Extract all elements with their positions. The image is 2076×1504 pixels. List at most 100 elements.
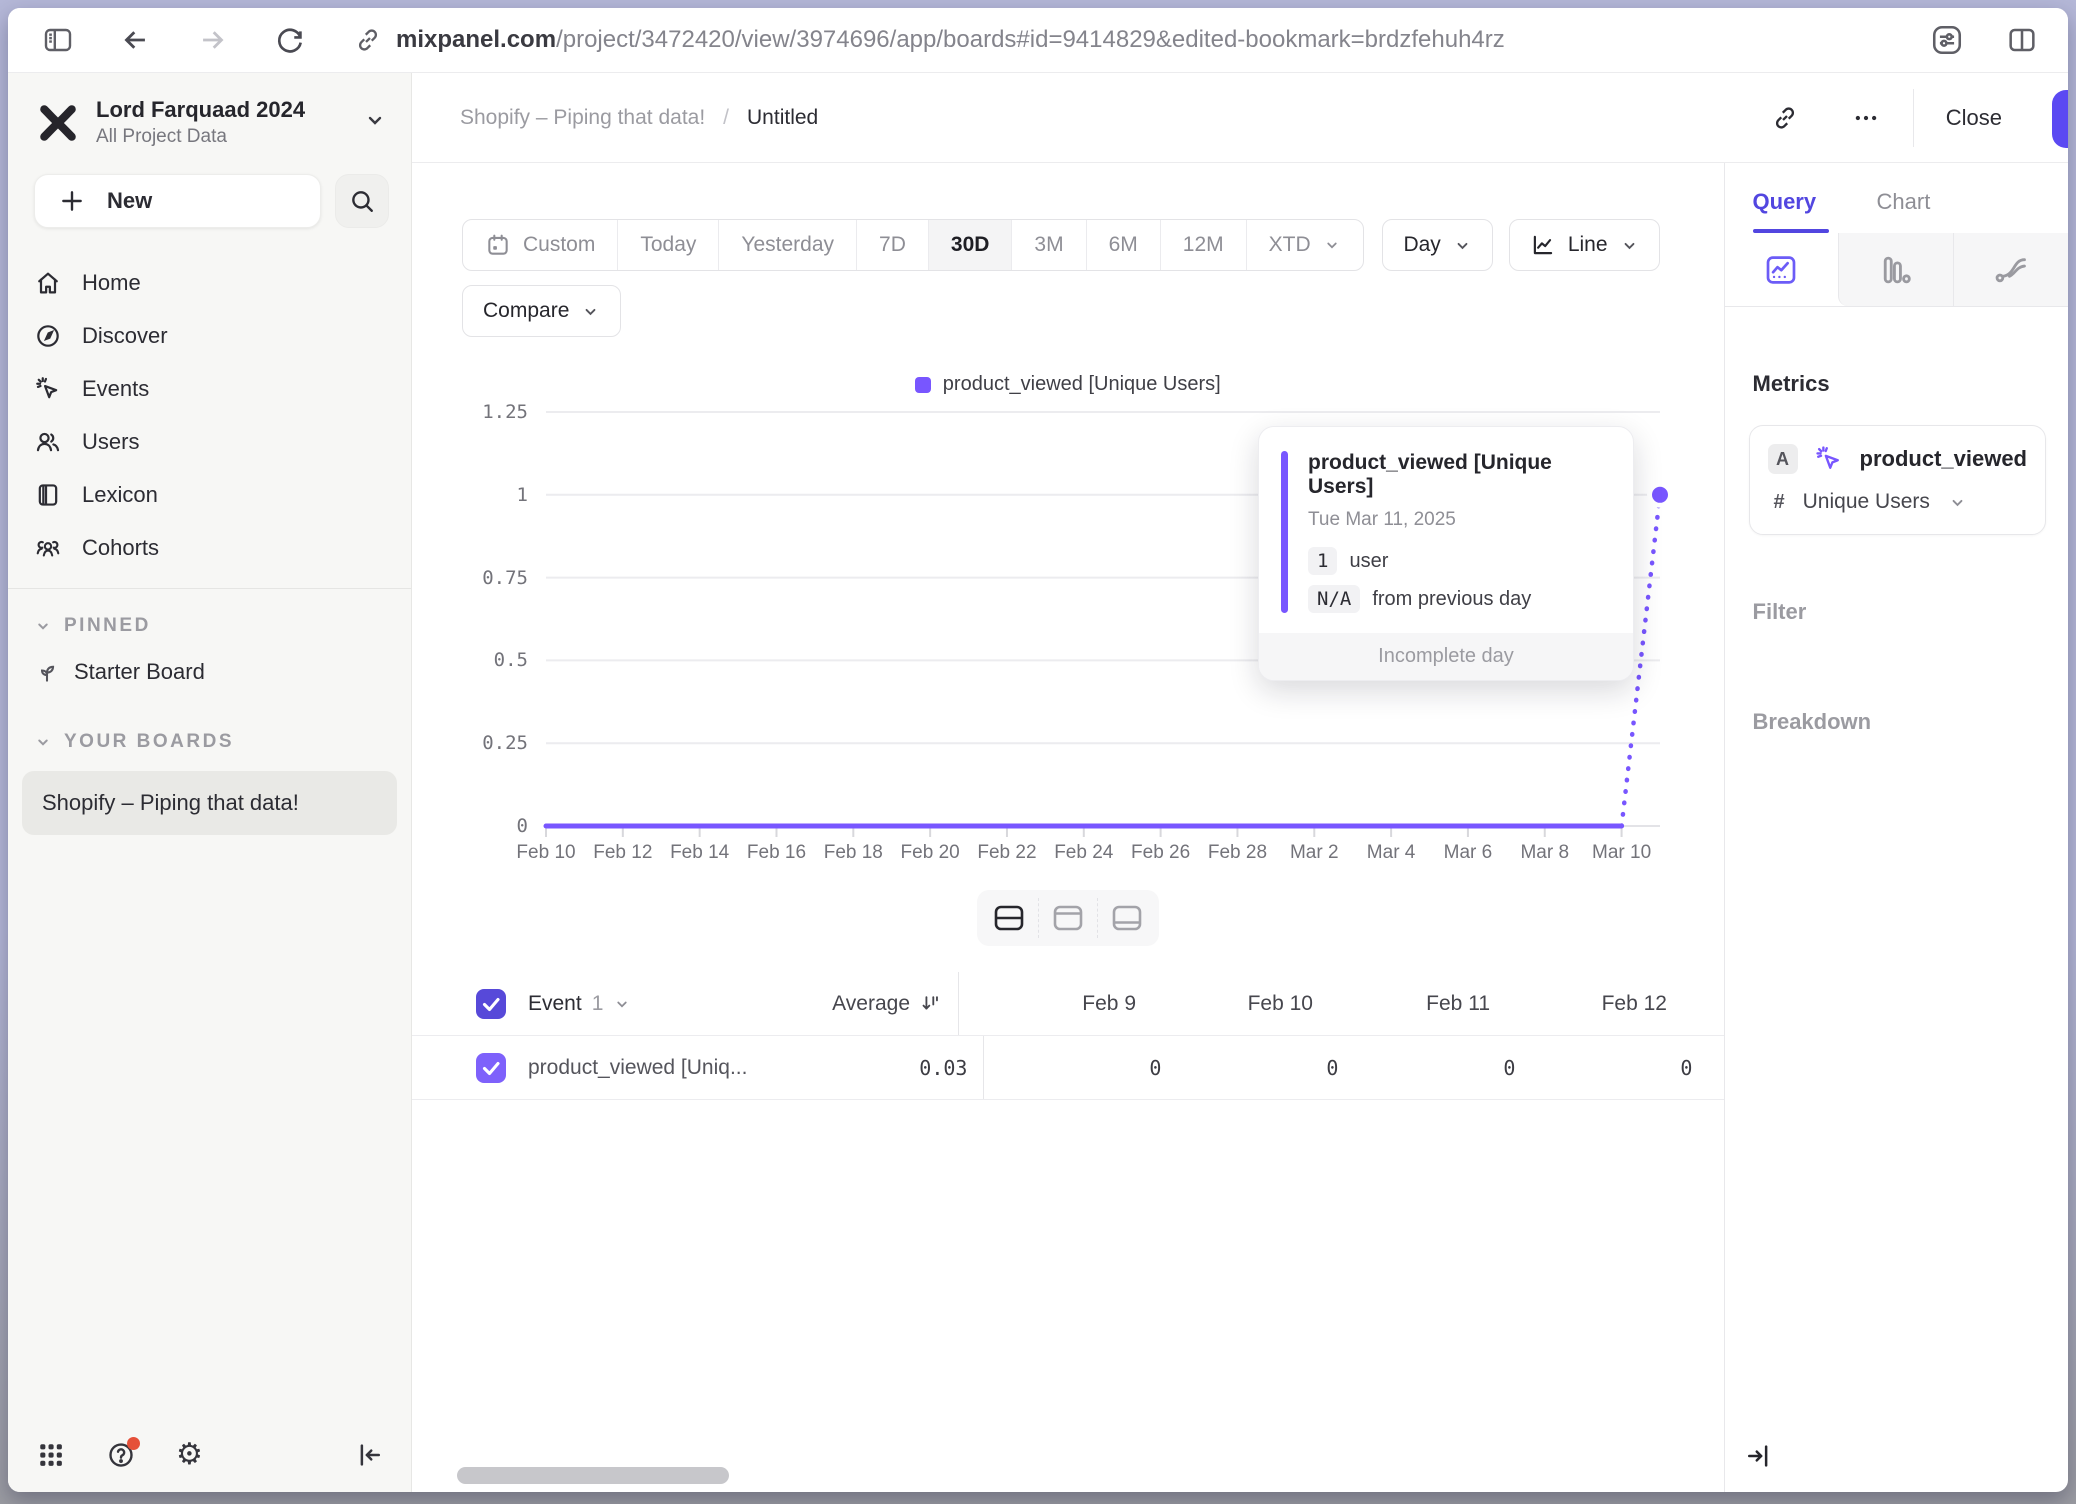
new-button[interactable]: New — [34, 174, 321, 228]
sidebar-footer: ⚙ — [8, 1440, 411, 1492]
line-chart-icon — [1530, 232, 1556, 258]
flow-icon — [1992, 251, 2030, 289]
table-row[interactable]: product_viewed [Uniq... 0.03 0 0 0 0 — [412, 1036, 1724, 1100]
users-icon — [34, 428, 62, 456]
more-options-button[interactable] — [1851, 103, 1881, 133]
header-divider — [1913, 89, 1914, 147]
apps-grid-button[interactable] — [36, 1440, 66, 1470]
date-range-label: 30D — [951, 233, 990, 257]
y-tick-label: 0.25 — [482, 732, 528, 754]
workspace-switcher[interactable]: Lord Farquaad 2024 All Project Data — [8, 73, 411, 148]
reload-button[interactable] — [274, 24, 306, 56]
sidebar-item-lexicon[interactable]: Lexicon — [8, 468, 411, 521]
sidebar-item-events[interactable]: Events — [8, 362, 411, 415]
sprout-icon — [34, 659, 60, 685]
sidebar-item-label: Home — [82, 270, 141, 296]
granularity-dropdown[interactable]: Day — [1382, 219, 1492, 271]
sort-icon[interactable] — [920, 993, 942, 1015]
date-range-6m[interactable]: 6M — [1086, 220, 1160, 270]
date-range-label: 3M — [1034, 233, 1063, 257]
chart-only-layout-button[interactable] — [1041, 895, 1095, 941]
legend-swatch — [915, 377, 931, 393]
x-tick-label: Mar 10 — [1577, 842, 1667, 864]
metric-aggregation[interactable]: Unique Users — [1803, 490, 1930, 514]
compare-dropdown[interactable]: Compare — [462, 285, 621, 337]
chart-legend: product_viewed [Unique Users] — [412, 373, 1724, 396]
back-button[interactable] — [118, 23, 152, 57]
sidebar-item-starter-board[interactable]: Starter Board — [8, 659, 411, 685]
desktop: mixpanel.com/project/3472420/view/397469… — [0, 0, 2076, 1504]
tooltip-delta: N/A — [1308, 585, 1360, 613]
sidebar-item-cohorts[interactable]: Cohorts — [8, 521, 411, 574]
chevron-down-icon — [34, 617, 52, 635]
search-button[interactable] — [335, 174, 389, 228]
table-only-layout-button[interactable] — [1100, 895, 1154, 941]
chevron-down-icon — [1323, 236, 1341, 254]
help-button[interactable] — [106, 1440, 136, 1470]
date-range-yesterday[interactable]: Yesterday — [718, 220, 856, 270]
tab-label: Query — [1753, 189, 1817, 214]
save-button-sliver[interactable] — [2052, 90, 2068, 148]
chart-plot[interactable]: Feb 10Feb 12Feb 14Feb 16Feb 18Feb 20Feb … — [546, 412, 1660, 864]
calendar-icon — [485, 232, 511, 258]
browser-sidebar-toggle-icon[interactable] — [42, 24, 74, 56]
new-button-label: New — [107, 188, 152, 214]
forward-button[interactable] — [196, 23, 230, 57]
metrics-section-label: Metrics — [1753, 371, 2040, 397]
tab-chart[interactable]: Chart — [1877, 189, 1931, 233]
date-range-today[interactable]: Today — [617, 220, 718, 270]
metric-card[interactable]: A product_viewed # Unique Users — [1749, 425, 2046, 535]
split-layout-button[interactable] — [982, 895, 1036, 941]
date-range-label: 12M — [1183, 233, 1224, 257]
table-header-row: Event 1 Average — [412, 972, 1724, 1036]
date-range-7d[interactable]: 7D — [856, 220, 928, 270]
breadcrumb-board[interactable]: Shopify – Piping that data! — [460, 106, 705, 130]
settings-gear-button[interactable]: ⚙ — [176, 1440, 203, 1470]
sidebar-item-home[interactable]: Home — [8, 256, 411, 309]
sidebar-item-label: Users — [82, 429, 139, 455]
date-range-label: Yesterday — [741, 233, 834, 257]
compare-label: Compare — [483, 299, 569, 323]
hovered-data-point[interactable] — [1650, 484, 1671, 505]
split-view-icon[interactable] — [2006, 24, 2038, 56]
date-range-30d[interactable]: 30D — [928, 220, 1012, 270]
tooltip-value-unit: user — [1349, 550, 1388, 573]
your-boards-section-header[interactable]: YOUR BOARDS — [8, 731, 411, 753]
tooltip-value: 1 — [1308, 547, 1337, 575]
row-checkbox[interactable] — [476, 1053, 506, 1083]
events-icon — [1814, 444, 1844, 474]
horizontal-scrollbar[interactable] — [457, 1467, 729, 1484]
select-all-checkbox[interactable] — [476, 989, 506, 1019]
collapse-panel-button[interactable] — [1743, 1441, 1773, 1476]
insights-type-button[interactable] — [1725, 233, 1839, 306]
date-range-3m[interactable]: 3M — [1011, 220, 1085, 270]
date-range-12m[interactable]: 12M — [1160, 220, 1246, 270]
date-range-label: Custom — [523, 233, 595, 257]
board-item-shopify[interactable]: Shopify – Piping that data! — [22, 771, 397, 835]
url-bar[interactable]: mixpanel.com/project/3472420/view/397469… — [354, 26, 1505, 54]
y-tick-label: 0.5 — [494, 649, 528, 671]
chevron-down-icon[interactable] — [613, 995, 631, 1013]
chart-type-dropdown[interactable]: Line — [1509, 219, 1660, 271]
flows-type-button[interactable] — [1953, 233, 2068, 306]
tab-query[interactable]: Query — [1753, 189, 1829, 233]
collapse-sidebar-button[interactable] — [355, 1440, 385, 1470]
browser-window: mixpanel.com/project/3472420/view/397469… — [8, 8, 2068, 1492]
chart-tooltip: product_viewed [Unique Users] Tue Mar 11… — [1258, 426, 1634, 681]
date-column-header: Feb 12 — [1490, 992, 1667, 1016]
report-header: Shopify – Piping that data! / Untitled C… — [412, 73, 2068, 163]
legend-label: product_viewed [Unique Users] — [943, 373, 1221, 396]
share-link-button[interactable] — [1771, 104, 1799, 132]
sidebar-item-discover[interactable]: Discover — [8, 309, 411, 362]
sidebar-item-users[interactable]: Users — [8, 415, 411, 468]
close-button[interactable]: Close — [1946, 105, 2002, 131]
breadcrumb-page[interactable]: Untitled — [747, 106, 818, 130]
funnels-type-button[interactable] — [1838, 233, 1953, 306]
chevron-down-icon — [1453, 236, 1472, 255]
pinned-section-header[interactable]: PINNED — [8, 615, 411, 637]
sidebar-divider — [8, 588, 411, 589]
date-range-custom[interactable]: Custom — [463, 220, 617, 270]
date-range-xtd[interactable]: XTD — [1246, 220, 1363, 270]
y-tick-label: 0.75 — [482, 567, 528, 589]
browser-customize-icon[interactable] — [1930, 23, 1964, 57]
